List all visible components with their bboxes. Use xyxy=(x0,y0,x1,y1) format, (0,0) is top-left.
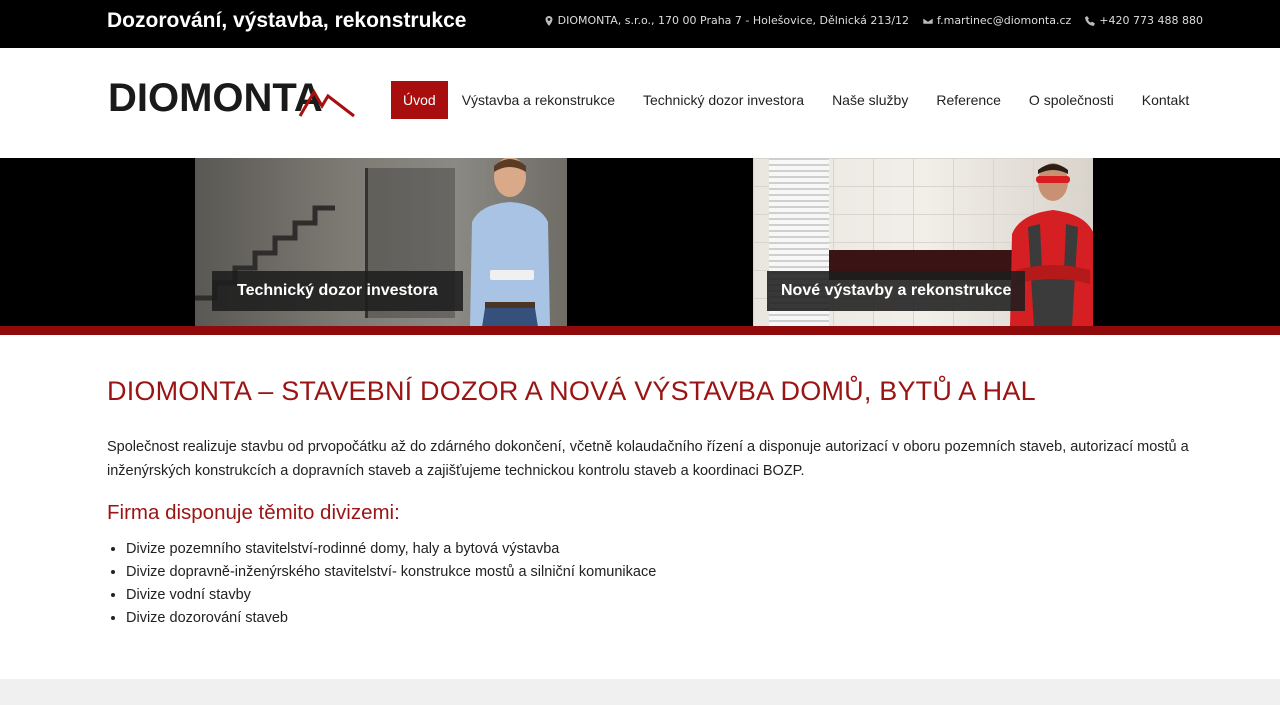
envelope-icon xyxy=(923,17,934,24)
site-header: DIOMONTA Úvod Výstavba a rekonstrukce Te… xyxy=(0,48,1280,158)
address-text: DIOMONTA, s.r.o., 170 00 Praha 7 - Holeš… xyxy=(557,14,910,27)
nav-item-o-spolecnosti[interactable]: O společnosti xyxy=(1015,81,1128,119)
main-content: DIOMONTA – STAVEBNÍ DOZOR A NOVÁ VÝSTAVB… xyxy=(107,376,1207,630)
logo-text: DIOMONTA xyxy=(108,76,323,120)
hero-bottom-stripe xyxy=(0,326,1280,335)
nav-item-vystavba[interactable]: Výstavba a rekonstrukce xyxy=(448,81,629,119)
hero-banner: Technický dozor investora Nové výstavby … xyxy=(0,158,1280,326)
contact-info: DIOMONTA, s.r.o., 170 00 Praha 7 - Holeš… xyxy=(544,14,1203,27)
phone-link[interactable]: +420 773 488 880 xyxy=(1099,14,1203,27)
logo[interactable]: DIOMONTA xyxy=(108,76,358,124)
intro-paragraph: Společnost realizuje stavbu od prvopočát… xyxy=(107,439,1189,479)
divisions-list: Divize pozemního stavitelství-rodinné do… xyxy=(107,538,1207,630)
email-link[interactable]: f.martinec@diomonta.cz xyxy=(937,14,1071,27)
footer-band xyxy=(0,679,1280,705)
phone-icon xyxy=(1085,15,1096,26)
nav-item-nase-sluzby[interactable]: Naše služby xyxy=(818,81,922,119)
divisions-heading: Firma disponuje těmito divizemi: xyxy=(107,501,400,524)
hero-caption-technical-supervision[interactable]: Technický dozor investora xyxy=(212,271,463,311)
email-item[interactable]: f.martinec@diomonta.cz xyxy=(923,14,1071,27)
site-tagline: Dozorování, výstavba, rekonstrukce xyxy=(107,9,467,32)
top-bar: Dozorování, výstavba, rekonstrukce DIOMO… xyxy=(0,0,1280,48)
list-item: Divize vodní stavby xyxy=(126,584,1207,607)
list-item: Divize pozemního stavitelství-rodinné do… xyxy=(126,538,1207,561)
list-item: Divize dozorování staveb xyxy=(126,607,1207,630)
nav-item-reference[interactable]: Reference xyxy=(922,81,1015,119)
address-item: DIOMONTA, s.r.o., 170 00 Praha 7 - Holeš… xyxy=(544,14,909,27)
map-marker-icon xyxy=(545,15,553,26)
phone-item[interactable]: +420 773 488 880 xyxy=(1085,14,1203,27)
main-nav: Úvod Výstavba a rekonstrukce Technický d… xyxy=(391,81,1203,119)
logo-roof-mark xyxy=(298,89,355,118)
nav-item-technicky-dozor[interactable]: Technický dozor investora xyxy=(629,81,818,119)
hero-caption-new-construction[interactable]: Nové výstavby a rekonstrukce xyxy=(767,271,1026,311)
nav-item-uvod[interactable]: Úvod xyxy=(391,81,448,119)
man-with-tablet-graphic xyxy=(470,158,550,326)
page-title: DIOMONTA – STAVEBNÍ DOZOR A NOVÁ VÝSTAVB… xyxy=(107,376,1036,406)
list-item: Divize dopravně-inženýrského stavitelstv… xyxy=(126,561,1207,584)
nav-item-kontakt[interactable]: Kontakt xyxy=(1128,81,1203,119)
